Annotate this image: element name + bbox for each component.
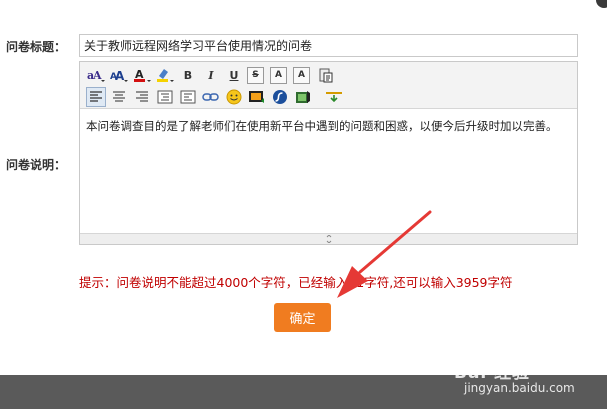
title-input[interactable]	[79, 34, 578, 57]
image-icon[interactable]	[247, 87, 267, 107]
editor-toolbar: aA AA A B I U S A A	[80, 62, 577, 109]
confirm-button[interactable]: 确定	[274, 303, 331, 332]
watermark-url: jingyan.baidu.com	[464, 381, 575, 395]
flash-icon[interactable]	[270, 87, 290, 107]
svg-text:A: A	[92, 69, 102, 82]
subscript-icon[interactable]: A	[293, 66, 310, 84]
font-family-icon[interactable]: aA	[86, 65, 106, 85]
font-size-icon[interactable]: AA	[109, 65, 129, 85]
align-left-icon[interactable]	[86, 87, 106, 107]
link-icon[interactable]	[201, 87, 221, 107]
outdent-icon[interactable]	[178, 87, 198, 107]
media-icon[interactable]	[293, 87, 313, 107]
toolbar-row-2	[86, 87, 347, 107]
superscript-icon[interactable]: A	[270, 66, 287, 84]
character-count-hint: 提示：问卷说明不能超过4000个字符，已经输入41字符,还可以输入3959字符	[79, 275, 513, 290]
insert-icon[interactable]	[324, 87, 344, 107]
indent-icon[interactable]	[155, 87, 175, 107]
watermark-brand: Bai 经验	[454, 363, 531, 383]
rich-text-editor: aA AA A B I U S A A 本问卷调查目的是了解老师们在使用新平台中…	[79, 61, 578, 245]
description-label: 问卷说明：	[6, 158, 67, 172]
font-color-icon[interactable]: A	[132, 65, 152, 85]
italic-icon[interactable]: I	[201, 65, 221, 85]
editor-content[interactable]: 本问卷调查目的是了解老师们在使用新平台中遇到的问题和困惑，以便今后升级时加以完善…	[86, 117, 568, 135]
title-label: 问卷标题：	[6, 40, 67, 54]
window-corner-decoration	[596, 0, 607, 8]
align-center-icon[interactable]	[109, 87, 129, 107]
strikethrough-icon[interactable]: S	[247, 66, 264, 84]
resize-handle-icon	[326, 235, 331, 243]
align-right-icon[interactable]	[132, 87, 152, 107]
toolbar-row-1: aA AA A B I U S A A	[86, 65, 339, 85]
paste-text-icon[interactable]	[316, 65, 336, 85]
highlight-color-icon[interactable]	[155, 65, 175, 85]
svg-text:A: A	[115, 69, 125, 83]
editor-resize-bar[interactable]	[80, 233, 577, 244]
underline-icon[interactable]: U	[224, 65, 244, 85]
bold-icon[interactable]: B	[178, 65, 198, 85]
emoticon-icon[interactable]	[224, 87, 244, 107]
